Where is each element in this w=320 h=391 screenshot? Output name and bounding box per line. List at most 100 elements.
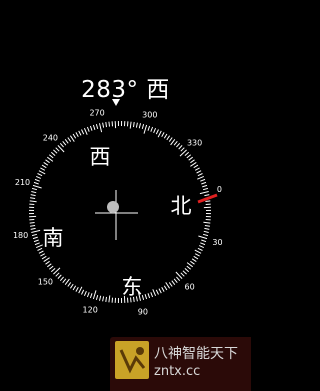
dial-tick	[62, 140, 67, 146]
dial-tick	[158, 288, 162, 294]
dial-tick	[193, 164, 199, 169]
dial-tick	[186, 154, 192, 159]
dial-tick	[29, 200, 37, 203]
dial-tick	[133, 122, 135, 128]
dial-tick	[92, 290, 97, 300]
dial-tick	[157, 130, 162, 138]
dial-tick	[64, 139, 69, 144]
watermark-title: 八神智能天下	[154, 346, 238, 362]
dial-tick	[75, 132, 79, 138]
dial-tick	[59, 142, 64, 148]
dial-tick	[78, 130, 82, 136]
dial-tick	[43, 161, 49, 166]
dial-tick	[200, 242, 206, 246]
dial-tick	[34, 178, 40, 182]
dial-tick	[64, 278, 70, 286]
dial-tick	[43, 257, 50, 263]
dial-tick	[81, 289, 85, 295]
dial-tick	[202, 184, 208, 188]
dial-tick	[72, 285, 77, 291]
degree-label-240: 240	[43, 133, 58, 142]
dial-tick	[194, 253, 200, 257]
dial-tick	[102, 296, 105, 302]
dial-tick	[163, 285, 168, 291]
dial-tick	[190, 260, 195, 265]
dial-tick	[30, 197, 36, 199]
dial-tick	[89, 125, 93, 131]
dial-tick	[155, 289, 159, 295]
degree-label-300: 300	[142, 111, 157, 120]
dial-tick	[31, 229, 41, 233]
level-bubble	[107, 201, 119, 213]
dial-tick	[203, 221, 211, 224]
dial-tick	[201, 181, 207, 185]
dial-tick	[166, 135, 171, 141]
dial-tick	[69, 283, 74, 289]
dial-tick	[67, 282, 72, 287]
dial-tick	[30, 225, 36, 227]
degree-label-0: 0	[217, 185, 222, 194]
dial-tick	[30, 194, 36, 197]
dial-tick	[41, 164, 47, 169]
dial-tick	[72, 133, 77, 139]
dial-tick	[86, 292, 90, 298]
dial-tick	[105, 122, 107, 128]
dial-tick	[95, 294, 99, 301]
dial-tick	[173, 140, 178, 146]
dial-tick	[155, 129, 159, 135]
degree-label-30: 30	[212, 238, 222, 247]
dial-tick	[188, 156, 193, 161]
watermark-url: zntx.cc	[154, 364, 201, 379]
dial-tick	[38, 250, 44, 254]
dial-tick	[196, 170, 202, 174]
dial-tick	[165, 282, 171, 289]
dial-tick	[143, 124, 148, 134]
dial-tick	[102, 122, 105, 128]
dial-tick	[129, 121, 132, 129]
dial-tick	[99, 295, 102, 301]
degree-label-180: 180	[13, 231, 28, 240]
dial-tick	[197, 175, 204, 180]
dial-tick	[180, 147, 185, 152]
dial-tick	[178, 145, 183, 150]
dial-tick	[41, 255, 47, 260]
degree-label-210: 210	[15, 178, 30, 187]
dial-tick	[40, 167, 46, 171]
dial-tick	[33, 239, 39, 243]
watermark-logo-icon	[115, 341, 149, 379]
direction-north: 北	[171, 194, 192, 218]
dial-tick	[150, 292, 154, 298]
dial-tick	[194, 249, 202, 254]
dial-tick	[55, 272, 60, 277]
dial-tick	[171, 280, 176, 286]
dial-tick	[108, 121, 110, 127]
degree-label-150: 150	[38, 278, 53, 287]
dial-tick	[31, 191, 37, 194]
dial-tick	[32, 236, 38, 240]
dial-tick	[163, 133, 168, 139]
dial-tick	[190, 161, 197, 167]
dial-tick	[150, 126, 154, 132]
dial-tick	[199, 245, 204, 249]
dial-tick	[83, 128, 88, 135]
dial-tick	[198, 235, 208, 240]
dial-tick	[147, 125, 151, 131]
dial-tick	[99, 123, 103, 133]
watermark: 八神智能天下 zntx.cc	[110, 337, 251, 391]
dial-tick	[108, 295, 111, 303]
dial-tick	[95, 123, 99, 130]
dial-tick	[147, 293, 151, 299]
dial-tick	[36, 175, 41, 179]
dial-tick	[173, 278, 178, 284]
degree-label-330: 330	[187, 138, 202, 147]
dial-tick	[168, 137, 173, 142]
dial-tick	[30, 227, 36, 230]
dial-tick	[202, 233, 209, 237]
degree-label-60: 60	[185, 283, 195, 292]
dial-tick	[34, 242, 40, 246]
dial-tick	[202, 187, 209, 191]
direction-west: 西	[90, 145, 111, 169]
degree-label-270: 270	[89, 109, 104, 118]
dial-tick	[105, 296, 107, 302]
dial-tick	[31, 233, 38, 237]
